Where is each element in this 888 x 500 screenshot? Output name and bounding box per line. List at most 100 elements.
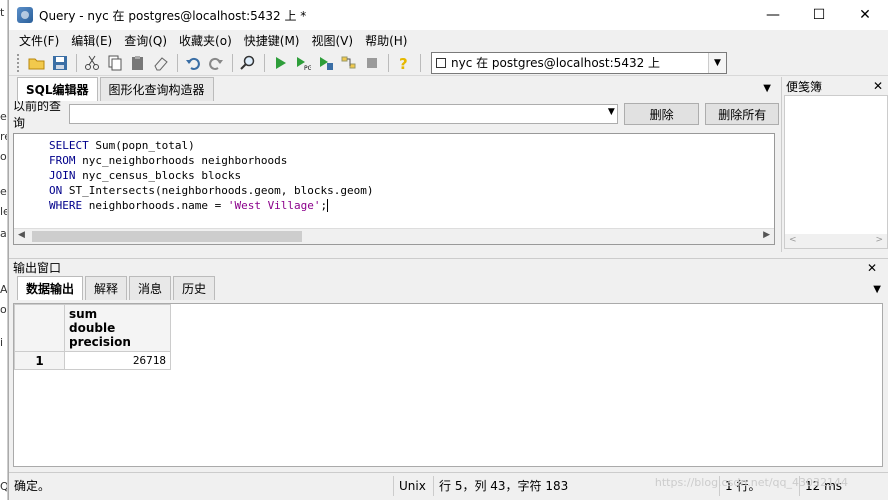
menu-macros[interactable]: 快捷键(M) [238, 32, 306, 49]
close-icon[interactable]: ✕ [873, 79, 883, 93]
code-text: nyc_neighborhoods neighborhoods [75, 154, 288, 167]
copy-button[interactable] [104, 52, 126, 74]
toolbar-separator [264, 53, 265, 72]
copy-icon [108, 55, 122, 70]
svg-text:PG: PG [304, 65, 311, 71]
scroll-right-icon[interactable]: ▶ [763, 230, 770, 240]
explain-button[interactable] [338, 52, 360, 74]
history-label: 以前的查询 [13, 99, 62, 130]
connection-select[interactable]: nyc 在 postgres@localhost:5432 上 ▼ [431, 51, 727, 74]
close-icon[interactable]: ✕ [867, 261, 877, 275]
grid-corner[interactable] [14, 304, 65, 352]
execute-to-file-button[interactable] [315, 52, 337, 74]
redo-button[interactable] [205, 52, 227, 74]
clear-button[interactable] [150, 52, 172, 74]
code-text: Sum(popn_total) [88, 139, 195, 152]
redo-icon [209, 57, 223, 70]
delete-all-button[interactable]: 删除所有 [705, 103, 779, 125]
menu-edit[interactable]: 编辑(E) [65, 32, 118, 49]
maximize-button[interactable]: ☐ [796, 0, 842, 30]
scroll-left-icon[interactable]: < [789, 235, 797, 245]
code-string: 'West Village' [227, 199, 321, 212]
menu-query[interactable]: 查询(Q) [118, 32, 173, 49]
find-button[interactable] [237, 52, 259, 74]
stop-icon [367, 57, 377, 68]
menu-bar: 文件(F) 编辑(E) 查询(Q) 收藏夹(o) 快捷键(M) 视图(V) 帮助… [9, 30, 888, 50]
scroll-left-icon[interactable]: ◀ [18, 230, 25, 240]
paste-button[interactable] [127, 52, 149, 74]
tab-history[interactable]: 历史 [173, 276, 216, 300]
undo-icon [186, 57, 200, 70]
tab-menu-arrow-icon[interactable]: ▼ [873, 284, 881, 295]
status-line-ending: Unix [394, 475, 434, 496]
save-file-button[interactable] [49, 52, 71, 74]
tab-data-output[interactable]: 数据输出 [17, 276, 84, 300]
execute-button[interactable] [269, 52, 291, 74]
delete-button[interactable]: 删除 [623, 103, 700, 125]
status-message: 确定。 [9, 475, 394, 496]
scratch-pad-title: 便笺簿 [786, 79, 823, 94]
execute-pgscript-button[interactable]: PG [292, 52, 314, 74]
code-text: neighborhoods.name = [82, 199, 228, 212]
text-cursor [327, 199, 329, 212]
code-text: ST_Intersects(neighborhoods.geom, blocks… [62, 184, 374, 197]
code-keyword: WHERE [49, 199, 83, 212]
column-type: double precision [69, 321, 131, 349]
previous-queries-select[interactable]: ▼ [68, 104, 618, 124]
minimize-button[interactable]: — [750, 0, 796, 30]
chevron-down-icon[interactable]: ▼ [708, 52, 726, 73]
play-script-icon: PG [297, 56, 311, 71]
help-button[interactable]: ? [393, 52, 415, 74]
table-row[interactable]: 1 26718 [14, 351, 171, 370]
tab-menu-arrow-icon[interactable]: ▼ [763, 83, 771, 94]
menu-favourites[interactable]: 收藏夹(o) [173, 32, 238, 49]
cut-button[interactable] [81, 52, 103, 74]
toolbar-separator [388, 53, 389, 72]
menu-file[interactable]: 文件(F) [13, 32, 65, 49]
undo-button[interactable] [182, 52, 204, 74]
close-button[interactable]: ✕ [842, 0, 888, 30]
menu-help[interactable]: 帮助(H) [359, 32, 413, 49]
result-table: sum double precision 1 26718 [14, 304, 171, 370]
chevron-down-icon: ▼ [607, 107, 615, 117]
output-title: 输出窗口 [13, 261, 62, 275]
folder-open-icon [28, 58, 45, 69]
scratch-pad-header: 便笺簿 ✕ [782, 77, 888, 95]
window-controls: — ☐ ✕ [750, 0, 888, 30]
background-window-edge: tereoeleaAoiQ [0, 0, 8, 500]
result-grid[interactable]: sum double precision 1 26718 [13, 303, 883, 467]
editor-horizontal-scrollbar[interactable]: ◀ ▶ [14, 228, 774, 244]
scrollbar-thumb[interactable] [32, 231, 302, 242]
output-panel: 输出窗口 ✕ 数据输出 解释 消息 历史 ▼ sum double precis… [9, 258, 888, 470]
cell-sum[interactable]: 26718 [64, 351, 171, 370]
window-title: Query - nyc 在 postgres@localhost:5432 上 … [39, 8, 307, 23]
magnifier-icon [240, 55, 255, 70]
tab-messages[interactable]: 消息 [129, 276, 172, 300]
sql-code[interactable]: SELECT Sum(popn_total) FROM nyc_neighbor… [49, 138, 374, 213]
open-file-button[interactable] [26, 52, 48, 74]
menu-view[interactable]: 视图(V) [305, 32, 359, 49]
scratch-pad-panel: 便笺簿 ✕ < > [781, 77, 888, 252]
scroll-right-icon[interactable]: > [875, 235, 883, 245]
row-number[interactable]: 1 [14, 351, 65, 370]
sql-editor[interactable]: SELECT Sum(popn_total) FROM nyc_neighbor… [13, 133, 775, 245]
output-tab-row: 数据输出 解释 消息 历史 ▼ [9, 276, 888, 300]
sql-editor-panel: SQL编辑器 图形化查询构造器 ▼ 以前的查询 ▼ 删除 删除所有 SELECT… [9, 77, 779, 252]
cancel-query-button[interactable] [361, 52, 383, 74]
tab-sql-editor[interactable]: SQL编辑器 [17, 77, 98, 101]
toolbar-separator [76, 53, 77, 72]
tab-graphical-query-builder[interactable]: 图形化查询构造器 [99, 77, 214, 101]
code-keyword: ON [49, 184, 63, 197]
column-name: sum [69, 307, 98, 321]
watermark: https://blog.csdn.net/qq_43032144 [654, 476, 848, 489]
code-text: nyc_census_blocks blocks [75, 169, 242, 182]
code-keyword: JOIN [49, 169, 76, 182]
scratch-pad-textarea[interactable]: < > [784, 95, 888, 249]
tab-explain[interactable]: 解释 [85, 276, 128, 300]
toolbar-grip[interactable] [17, 53, 20, 72]
column-header-sum[interactable]: sum double precision [64, 304, 171, 352]
toolbar-separator [232, 53, 233, 72]
connection-label: nyc 在 postgres@localhost:5432 上 [451, 56, 661, 70]
scratch-pad-scrollbar[interactable]: < > [785, 234, 887, 248]
scissors-icon [85, 55, 99, 70]
